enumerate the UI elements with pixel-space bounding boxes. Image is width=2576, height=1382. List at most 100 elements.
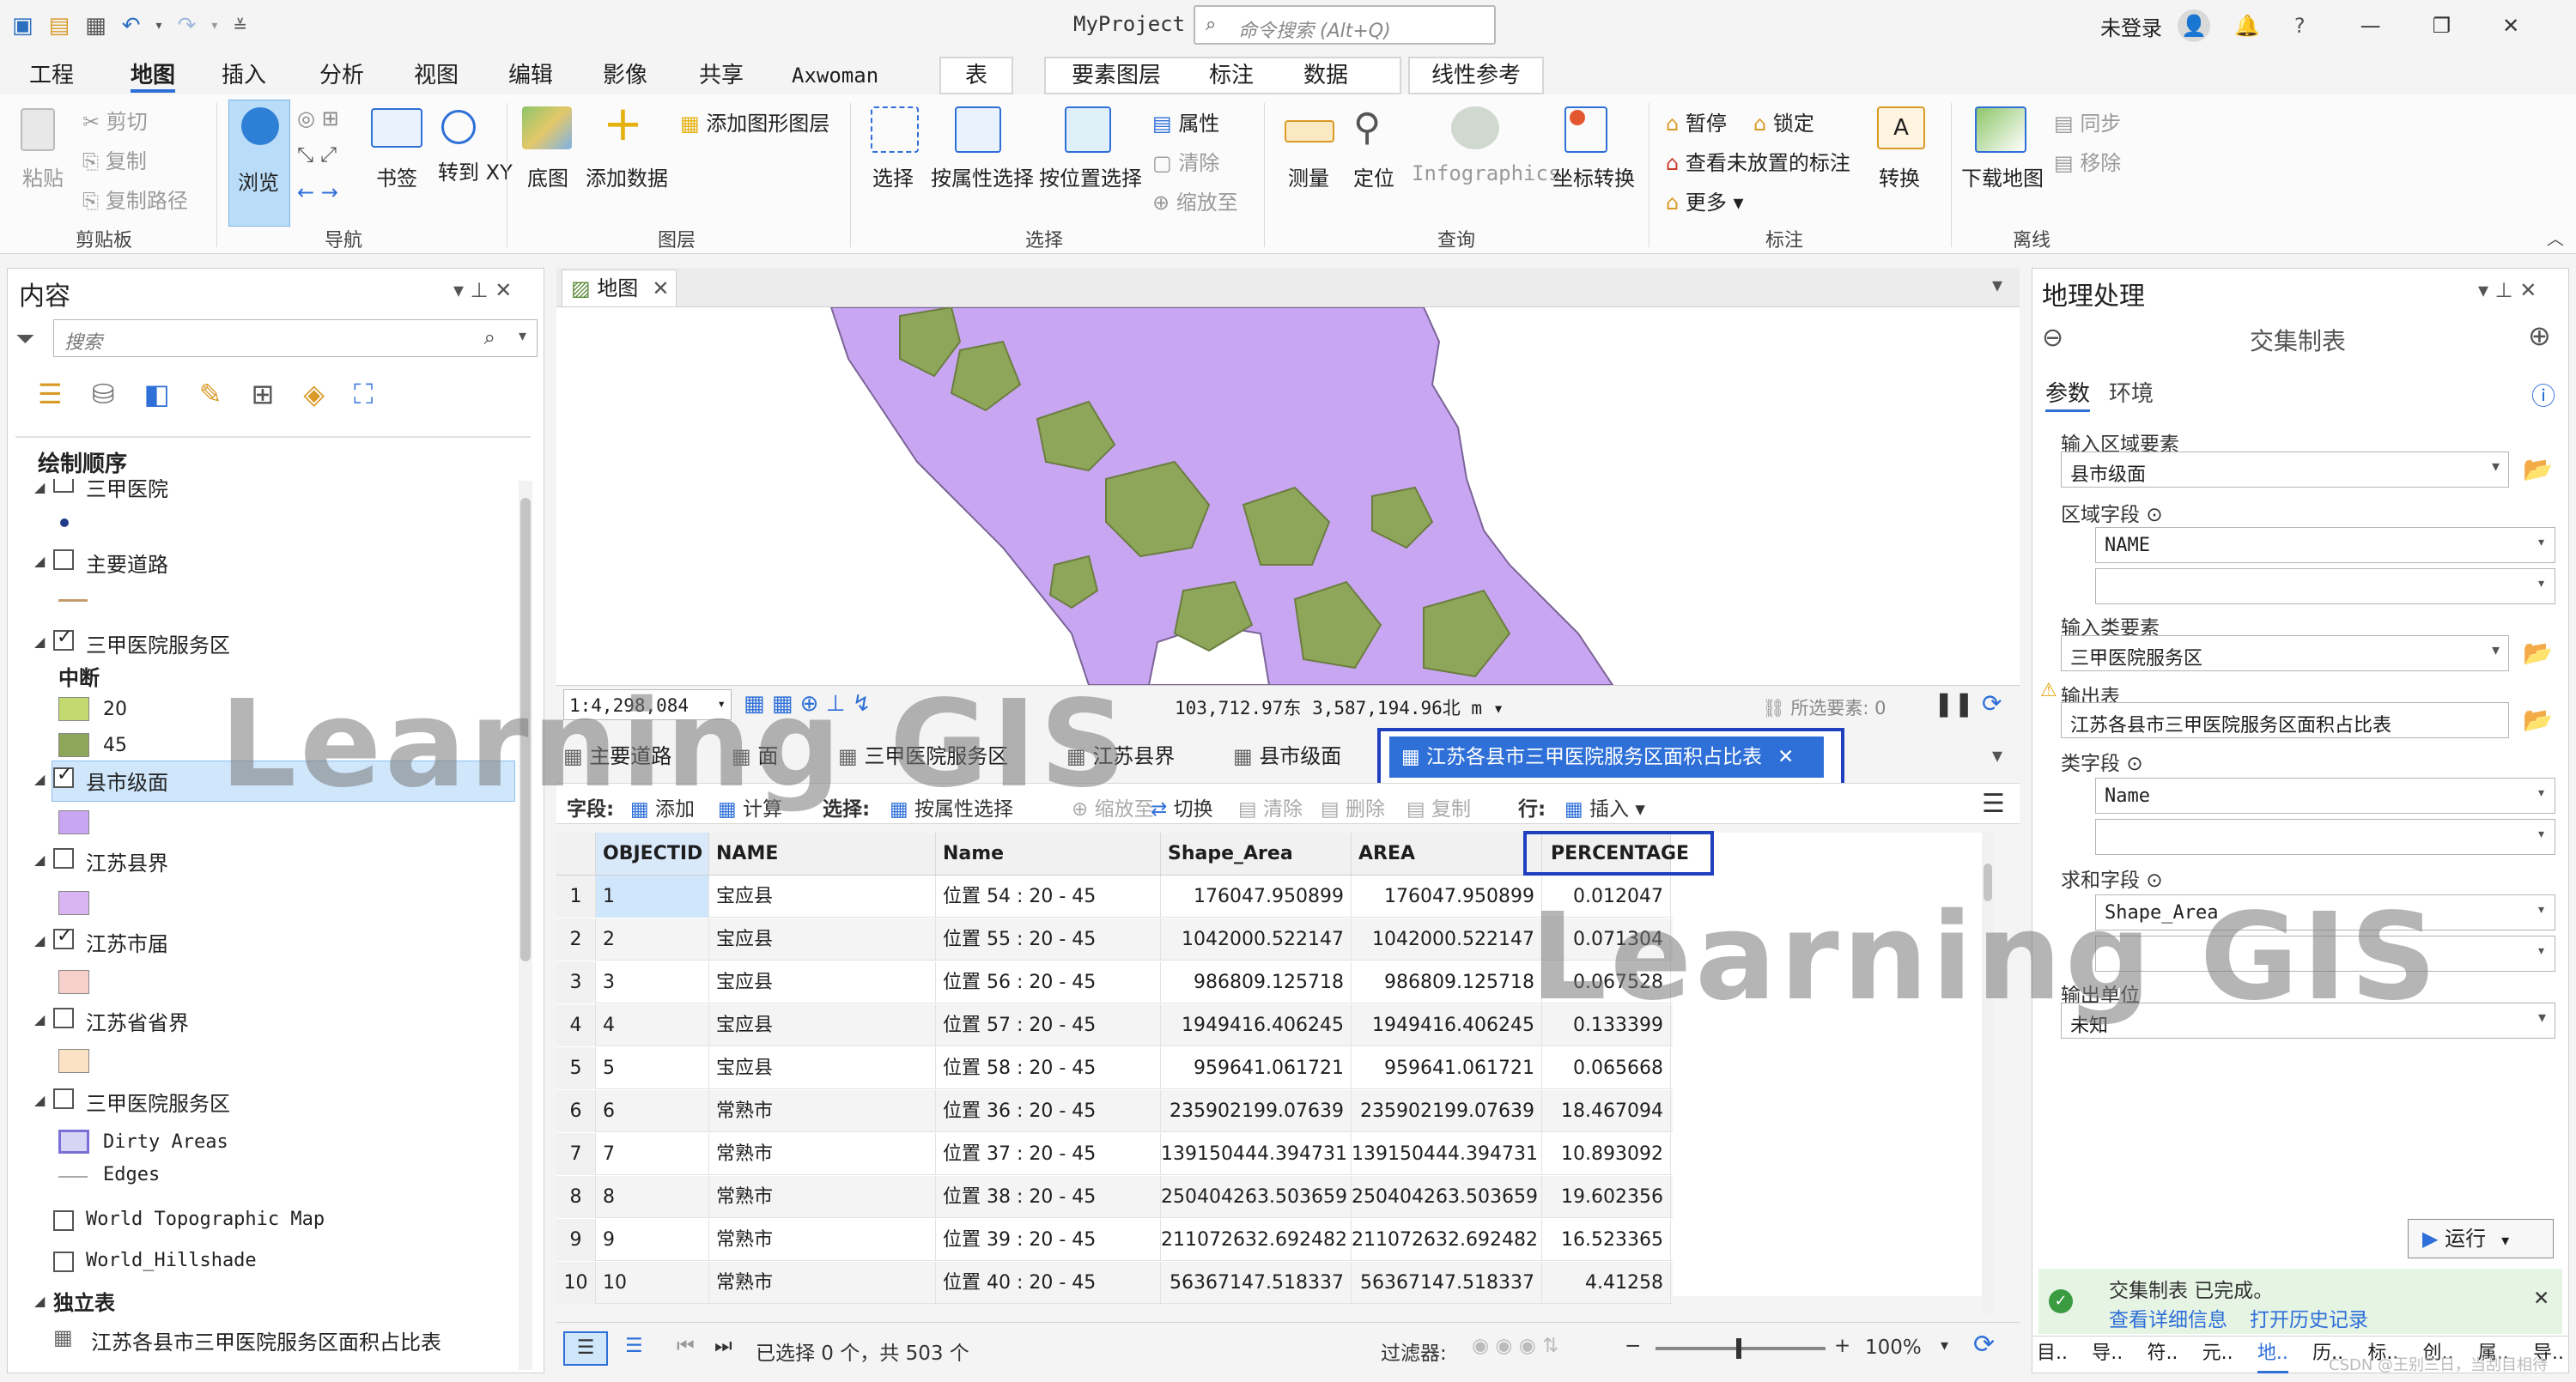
list-by-snapping-icon[interactable]: ⊞ (252, 378, 275, 411)
chevron-down-icon[interactable]: ▾ (717, 695, 726, 712)
row-number[interactable]: 3 (556, 961, 596, 1003)
map-scale-input[interactable]: 1:4,298,084 ▾ (563, 689, 732, 720)
delete-button[interactable]: ▤ 删除 (1321, 792, 1385, 821)
objectid-cell[interactable]: 4 (596, 1004, 709, 1046)
tab-view[interactable]: 视图 (414, 58, 459, 93)
goto-xy-button[interactable]: 转到 XY (438, 161, 513, 184)
chevron-down-icon[interactable]: ▾ (1992, 743, 2002, 767)
name-cell[interactable]: 常熟市 (709, 1090, 936, 1132)
class-name-cell[interactable]: 位置 54 : 20 - 45 (936, 876, 1161, 918)
name-cell[interactable]: 宝应县 (709, 961, 936, 1003)
zoom-level[interactable]: 100% (1865, 1337, 1922, 1359)
chevron-down-icon[interactable]: ▾ (2501, 1232, 2509, 1250)
layer-name[interactable]: World_Hillshade (86, 1250, 257, 1271)
class-name-cell[interactable]: 位置 37 : 20 - 45 (936, 1133, 1161, 1175)
select-by-attributes-button[interactable]: 按属性选择 (931, 161, 1034, 191)
layer-checkbox[interactable] (53, 1252, 74, 1272)
zoom-out-icon[interactable]: − (1625, 1335, 1641, 1357)
convert-labels-button[interactable]: 转换 (1879, 161, 1920, 191)
expand-icon[interactable]: ◢ (34, 1092, 45, 1108)
chevron-down-icon[interactable]: ▾ (2537, 825, 2546, 843)
list-by-labeling-icon[interactable]: ◈ (303, 378, 325, 411)
show-selected-records-icon[interactable]: ☰ (625, 1335, 643, 1357)
zone-field-select-empty[interactable]: ▾ (2095, 568, 2555, 604)
layer-checkbox[interactable] (53, 627, 74, 651)
layer-name[interactable]: 三甲医院服务区 (86, 1087, 230, 1117)
chevron-down-icon[interactable]: ▾ (2537, 533, 2546, 551)
row-number[interactable]: 10 (556, 1262, 596, 1304)
table-tab-polygon[interactable]: ▦ 面 (732, 735, 778, 778)
scrollbar-thumb[interactable] (520, 498, 531, 961)
refresh-icon[interactable]: ⟳ (1982, 689, 2002, 718)
more-button[interactable]: ⌂ 更多 ▾ (1666, 185, 1744, 215)
area-cell[interactable]: 56367147.518337 (1352, 1262, 1542, 1304)
row-number[interactable]: 8 (556, 1176, 596, 1218)
tab-feature-layer[interactable]: 要素图层 (1072, 58, 1161, 93)
layer-checkbox[interactable] (53, 848, 74, 869)
shape-area-cell[interactable]: 250404263.503659 (1161, 1176, 1352, 1218)
list-by-selection-icon[interactable]: ◧ (144, 378, 170, 411)
pane-tab[interactable]: 元.. (2202, 1337, 2233, 1373)
tab-edit[interactable]: 编辑 (508, 58, 553, 93)
table-vertical-scrollbar[interactable] (1982, 833, 1994, 1313)
customize-toolbar-icon[interactable]: ≚ (233, 15, 247, 36)
minimize-icon[interactable]: — (2360, 14, 2381, 38)
infographics-button[interactable]: Infographics (1412, 161, 1560, 185)
standalone-table-name[interactable]: 江苏各县市三甲医院服务区面积占比表 (91, 1325, 441, 1355)
sync-button[interactable]: ▤ 同步 (2054, 106, 2121, 136)
class-name-cell[interactable]: 位置 36 : 20 - 45 (936, 1090, 1161, 1132)
table-row[interactable]: 1 1 宝应县 位置 54 : 20 - 45 176047.950899 176047.… (556, 876, 1673, 918)
pane-tab-active[interactable]: 地.. (2257, 1337, 2288, 1373)
open-history-link[interactable]: 打开历史记录 (2250, 1303, 2368, 1332)
row-number[interactable]: 9 (556, 1219, 596, 1261)
pause-drawing-icon[interactable]: ❚❚ (1934, 689, 1974, 718)
percentage-cell[interactable]: 4.41258 (1542, 1262, 1671, 1304)
list-by-perspective-icon[interactable]: ⛶ (354, 378, 373, 411)
bookmark-button[interactable]: 书签 (376, 161, 417, 191)
row-number[interactable]: 6 (556, 1090, 596, 1132)
back-icon[interactable]: ⊖ (2042, 323, 2063, 353)
layer-name[interactable]: 县市级面 (86, 766, 168, 796)
add-field-button[interactable]: ▦ 添加 (630, 792, 695, 821)
class-name-cell[interactable]: 位置 58 : 20 - 45 (936, 1047, 1161, 1089)
percentage-cell[interactable]: 0.133399 (1542, 1004, 1671, 1046)
in-class-input[interactable]: 三甲医院服务区 ▾ (2061, 635, 2509, 671)
run-button[interactable]: ▶ 运行 ▾ (2408, 1219, 2554, 1258)
chevron-down-icon[interactable]: ▾ (2537, 574, 2546, 592)
sign-in-status[interactable]: 未登录 (2100, 11, 2162, 41)
map-canvas[interactable] (556, 307, 2020, 685)
name-cell[interactable]: 常熟市 (709, 1176, 936, 1218)
percentage-cell[interactable]: 0.071304 (1542, 918, 1671, 961)
expand-icon[interactable]: ◢ (34, 1011, 45, 1027)
select-button[interactable]: 选择 (872, 161, 914, 191)
column-header[interactable]: Shape_Area (1161, 833, 1352, 876)
sum-field-select-empty[interactable]: ▾ (2095, 936, 2555, 972)
objectid-cell[interactable]: 3 (596, 961, 709, 1003)
geoprocessing-pane-controls[interactable]: ▾ ⊥ ✕ (2478, 278, 2537, 302)
last-record-icon[interactable]: ⏭ (714, 1335, 732, 1357)
collapse-ribbon-icon[interactable]: ︿ (2547, 225, 2564, 250)
row-number[interactable]: 4 (556, 1004, 596, 1046)
row-number[interactable]: 5 (556, 1047, 596, 1089)
table-tab-county-polygons[interactable]: ▦ 县市级面 (1233, 735, 1341, 778)
tab-parameters[interactable]: 参数 (2045, 376, 2091, 412)
shape-area-cell[interactable]: 1042000.522147 (1161, 918, 1352, 961)
name-cell[interactable]: 宝应县 (709, 1047, 936, 1089)
class-field-select[interactable]: Name ▾ (2095, 778, 2555, 814)
map-nav-tools[interactable]: ▦ ▦ ⊕ ⊥ ↯ (744, 691, 871, 717)
chevron-down-icon[interactable]: ▾ (2538, 1009, 2546, 1027)
column-header[interactable]: NAME (709, 833, 936, 876)
layer-checkbox[interactable] (53, 925, 74, 949)
shape-area-cell[interactable]: 959641.061721 (1161, 1047, 1352, 1089)
layer-name[interactable]: 江苏省省界 (86, 1006, 189, 1036)
objectid-cell[interactable]: 5 (596, 1047, 709, 1089)
out-units-select[interactable]: 未知 ▾ (2061, 1003, 2555, 1039)
select-by-location-button[interactable]: 按位置选择 (1039, 161, 1142, 191)
percentage-cell[interactable]: 0.012047 (1542, 876, 1671, 918)
objectid-cell[interactable]: 6 (596, 1090, 709, 1132)
copy-rows-button[interactable]: ▤ 复制 (1406, 792, 1471, 821)
percentage-cell[interactable]: 10.893092 (1542, 1133, 1671, 1175)
close-icon[interactable]: ✕ (2533, 1288, 2549, 1310)
table-row[interactable]: 3 3 宝应县 位置 56 : 20 - 45 986809.125718 986809.… (556, 961, 1673, 1003)
tab-project[interactable]: 工程 (29, 58, 74, 93)
